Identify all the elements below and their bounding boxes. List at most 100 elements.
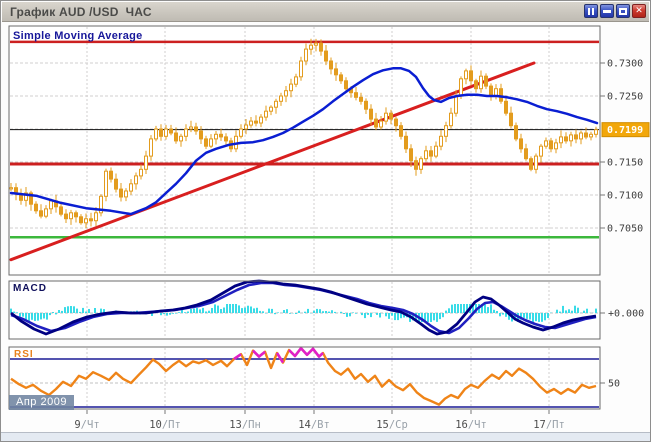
candle xyxy=(515,126,518,139)
candle xyxy=(430,151,433,156)
x-axis-label: 9/Чт xyxy=(74,419,99,431)
candle xyxy=(330,61,333,69)
candle xyxy=(345,81,348,89)
candle xyxy=(470,71,473,81)
candle xyxy=(255,121,258,123)
candle xyxy=(465,71,468,79)
candle xyxy=(580,133,583,139)
candle xyxy=(560,137,563,143)
candle xyxy=(450,113,453,126)
candle xyxy=(595,130,598,135)
candle xyxy=(575,135,578,139)
macd-zero-label: +0.000 xyxy=(608,309,644,320)
candle xyxy=(365,101,368,109)
candle xyxy=(245,125,248,129)
candle xyxy=(85,219,88,223)
candle xyxy=(305,49,308,61)
candle xyxy=(210,139,213,146)
candle xyxy=(415,161,418,170)
rsi-mid-label: 50 xyxy=(608,379,620,390)
candle xyxy=(125,191,128,197)
candle xyxy=(320,43,323,51)
candle xyxy=(395,119,398,126)
candle xyxy=(175,133,178,141)
candle xyxy=(75,213,78,217)
candle xyxy=(215,134,218,139)
candle xyxy=(135,176,138,184)
panel-bg-2 xyxy=(9,347,600,409)
candle xyxy=(160,129,163,136)
candle xyxy=(90,219,93,221)
candle xyxy=(130,184,133,191)
candle xyxy=(505,101,508,113)
price-axis-label: 0.7100 xyxy=(607,191,643,202)
candle xyxy=(570,135,573,141)
candle xyxy=(265,111,268,117)
candle xyxy=(280,96,283,101)
candle xyxy=(195,127,198,131)
candle xyxy=(220,134,223,137)
x-axis-label: 15/Ср xyxy=(376,419,408,431)
candle xyxy=(590,134,593,137)
candle xyxy=(45,209,48,216)
x-axis-label: 17/Пт xyxy=(533,419,565,431)
candle xyxy=(110,171,113,179)
chart-canvas[interactable]: 0.73000.72500.71500.71000.70500.7199+0.0… xyxy=(1,1,651,442)
candle xyxy=(270,107,273,111)
chart-window: График AUD /USD ЧАС ✕ 0.73000.72500.7150… xyxy=(0,0,651,442)
x-axis-label: 10/Пт xyxy=(149,419,181,431)
candle xyxy=(10,188,13,189)
candle xyxy=(480,76,483,89)
candle xyxy=(165,129,168,136)
candle xyxy=(205,139,208,146)
candle xyxy=(540,146,543,156)
candle xyxy=(405,136,408,149)
candle xyxy=(455,96,458,113)
candle xyxy=(545,141,548,146)
candle xyxy=(140,169,143,176)
candle xyxy=(105,171,108,196)
candle xyxy=(585,133,588,137)
price-axis-label: 0.7050 xyxy=(607,224,643,235)
candle xyxy=(535,156,538,169)
candle xyxy=(420,159,423,170)
candle xyxy=(325,51,328,61)
candle xyxy=(435,146,438,156)
candle xyxy=(500,89,503,102)
candle xyxy=(555,143,558,149)
candle xyxy=(150,139,153,156)
sma-indicator-label: Simple Moving Average xyxy=(13,30,143,42)
candle xyxy=(300,61,303,77)
bottom-scroll-strip[interactable] xyxy=(1,432,650,441)
candle xyxy=(315,43,318,45)
candle xyxy=(180,136,183,141)
rsi-indicator-label: RSI xyxy=(14,349,34,360)
candle xyxy=(60,207,63,214)
candle xyxy=(475,81,478,89)
candle xyxy=(460,79,463,96)
price-axis-label: 0.7250 xyxy=(607,92,643,103)
candle xyxy=(525,149,528,159)
candle xyxy=(335,69,338,75)
current-price-tag-text: 0.7199 xyxy=(607,125,643,136)
candle xyxy=(65,214,68,219)
candle xyxy=(200,131,203,139)
candle xyxy=(240,129,243,136)
candle xyxy=(225,137,228,141)
candle xyxy=(310,45,313,49)
candle xyxy=(120,189,123,197)
candle xyxy=(250,121,253,125)
candle xyxy=(275,101,278,107)
candle xyxy=(355,93,358,98)
candle xyxy=(390,113,393,119)
x-axis-label: 16/Чт xyxy=(455,419,487,431)
candle xyxy=(380,121,383,127)
candle xyxy=(190,127,193,129)
candle xyxy=(490,86,493,96)
candle xyxy=(565,137,568,141)
price-axis-label: 0.7300 xyxy=(607,59,643,70)
candle xyxy=(510,113,513,126)
candle xyxy=(50,201,53,209)
candle xyxy=(340,75,343,81)
candle xyxy=(425,151,428,159)
